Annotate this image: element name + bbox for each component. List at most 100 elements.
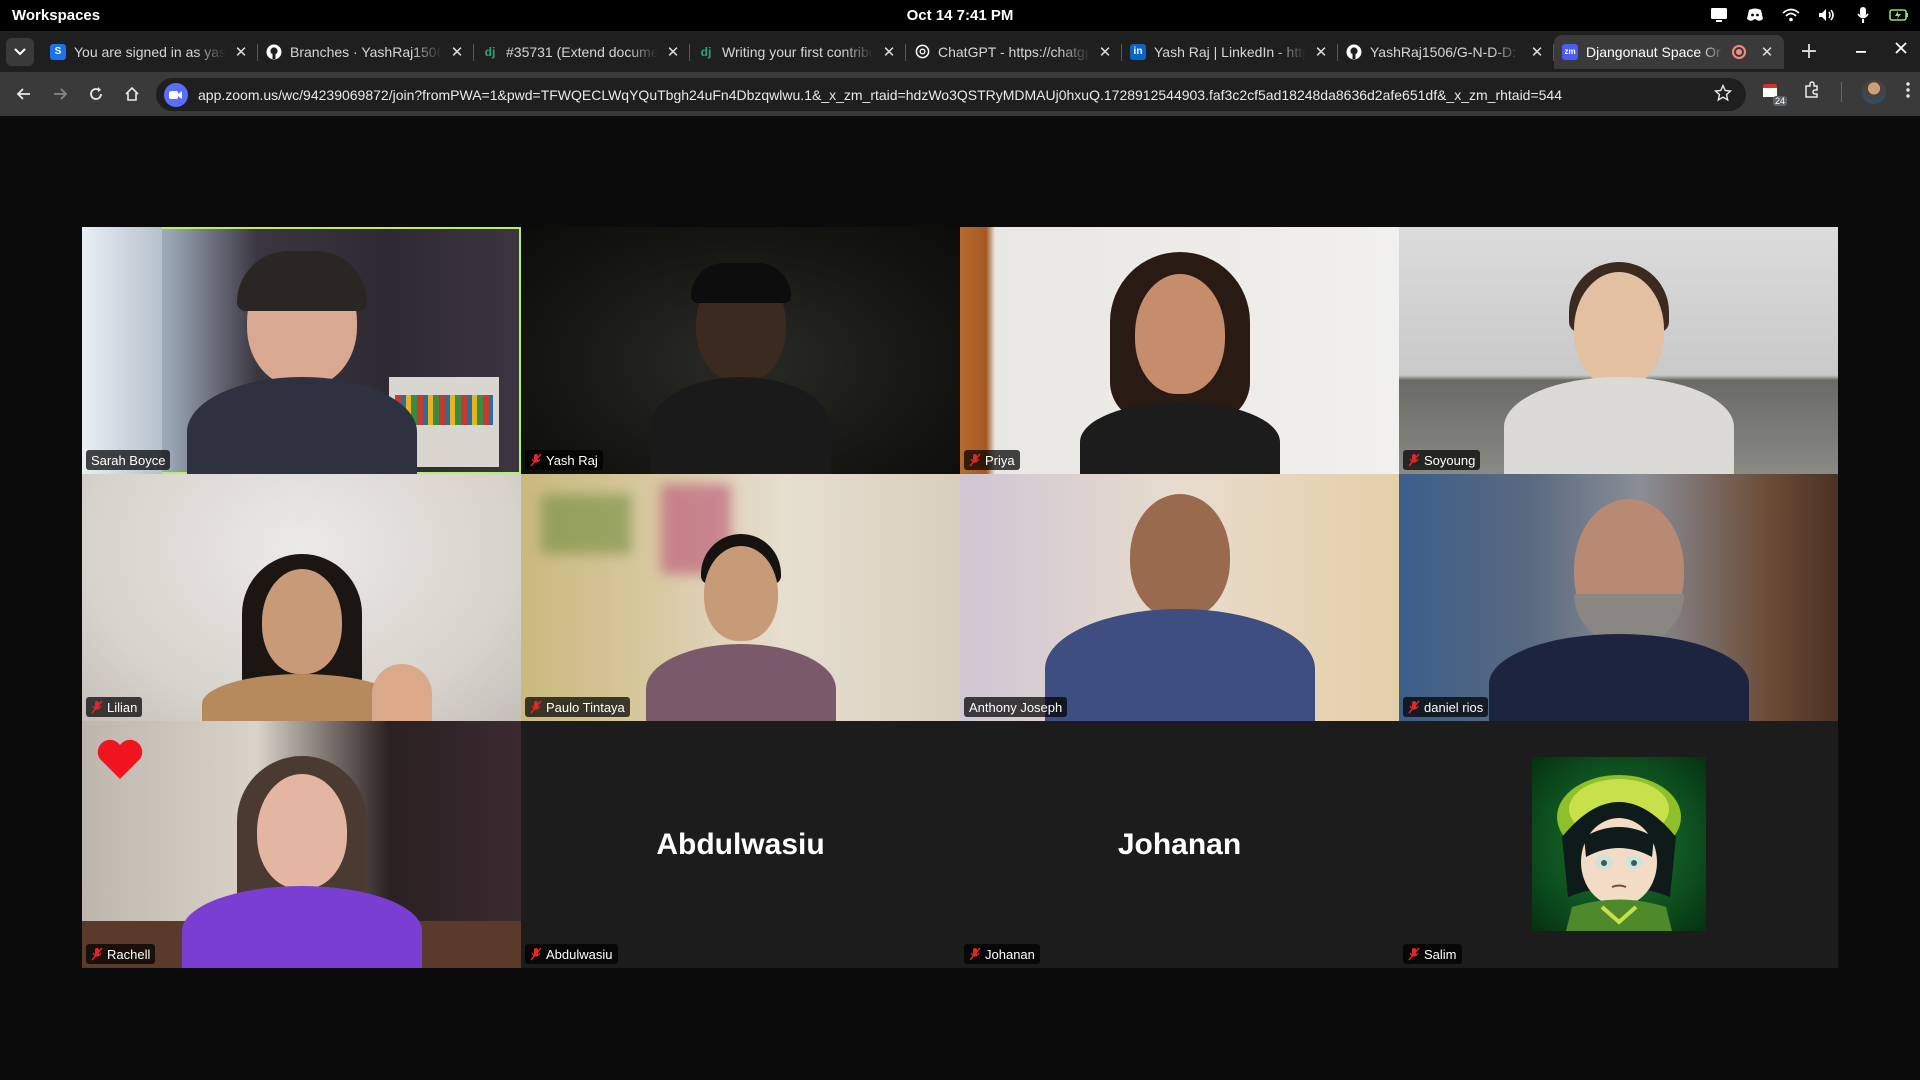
close-tab-icon[interactable]: ✕ bbox=[448, 43, 466, 61]
minimize-icon[interactable] bbox=[1850, 37, 1872, 59]
close-tab-icon[interactable]: ✕ bbox=[1758, 43, 1776, 61]
close-window-icon[interactable] bbox=[1890, 37, 1912, 59]
extension-badge: 24 bbox=[1772, 96, 1787, 106]
close-tab-icon[interactable]: ✕ bbox=[1528, 43, 1546, 61]
participant-name: Sarah Boyce bbox=[91, 452, 166, 468]
participant-nameplate: Lilian bbox=[86, 697, 143, 717]
participant-nameplate: Rachell bbox=[86, 944, 156, 964]
os-top-bar: Workspaces Oct 14 7:41 PM bbox=[0, 0, 1920, 31]
tab-title: Yash Raj | LinkedIn - https:// bbox=[1154, 43, 1306, 60]
participant-name: daniel rios bbox=[1424, 699, 1484, 715]
mic-muted-icon bbox=[530, 700, 542, 714]
participant-nameplate: Salim bbox=[1403, 944, 1462, 964]
tab-title: #35731 (Extend documentation bbox=[506, 43, 658, 60]
video-tile-salim[interactable]: Salim bbox=[1399, 721, 1838, 968]
extension-calendar-icon[interactable]: 24 bbox=[1761, 81, 1787, 106]
linkedin-icon: in bbox=[1130, 43, 1146, 60]
mic-muted-icon bbox=[530, 947, 542, 961]
github-icon bbox=[266, 44, 282, 60]
video-tile-soyoung[interactable]: Soyoung bbox=[1399, 227, 1838, 474]
kebab-menu-icon[interactable] bbox=[1906, 82, 1910, 102]
close-tab-icon[interactable]: ✕ bbox=[1312, 43, 1330, 61]
recording-icon bbox=[1732, 44, 1746, 59]
tab-branches[interactable]: Branches · YashRaj1506/django ✕ bbox=[258, 35, 474, 69]
video-tile-anthony-joseph[interactable]: Anthony Joseph bbox=[960, 474, 1399, 721]
video-tile-lilian[interactable]: Lilian bbox=[82, 474, 521, 721]
video-tile-priya[interactable]: Priya bbox=[960, 227, 1399, 474]
participant-name: Johanan bbox=[985, 946, 1035, 962]
close-tab-icon[interactable]: ✕ bbox=[232, 43, 250, 61]
zoom-icon: zm bbox=[1562, 43, 1578, 60]
workspaces-button[interactable]: Workspaces bbox=[12, 7, 100, 24]
tab-title: You are signed in as yash bbox=[74, 43, 226, 60]
participant-figure bbox=[1503, 262, 1734, 474]
close-tab-icon[interactable]: ✕ bbox=[664, 43, 682, 61]
participant-name: Rachell bbox=[107, 946, 151, 962]
address-bar[interactable]: app.zoom.us/wc/94239069872/join?fromPWA=… bbox=[156, 78, 1746, 111]
close-tab-icon[interactable]: ✕ bbox=[880, 43, 898, 61]
chevron-down-icon bbox=[14, 47, 26, 55]
browser-tab-strip: S You are signed in as yash ✕ Branches ·… bbox=[0, 31, 1920, 72]
bookmark-star-icon[interactable] bbox=[1713, 83, 1733, 106]
video-tile-sarah-boyce[interactable]: Sarah Boyce bbox=[82, 227, 521, 474]
home-icon[interactable] bbox=[118, 80, 146, 108]
participant-nameplate: Paulo Tintaya bbox=[525, 697, 630, 717]
django-icon: dj bbox=[700, 44, 712, 59]
video-tile-yash-raj[interactable]: Yash Raj bbox=[521, 227, 960, 474]
tab-first-contribution[interactable]: dj Writing your first contribution ✕ bbox=[690, 35, 906, 69]
participant-nameplate: Soyoung bbox=[1403, 450, 1481, 470]
back-icon[interactable] bbox=[10, 80, 38, 108]
video-tile-johanan[interactable]: Johanan Johanan bbox=[960, 721, 1399, 968]
mic-muted-icon bbox=[530, 453, 542, 467]
mic-muted-icon bbox=[969, 947, 981, 961]
mic-muted-icon bbox=[1408, 700, 1420, 714]
participant-nameplate: Yash Raj bbox=[525, 450, 603, 470]
discord-icon[interactable] bbox=[1744, 4, 1766, 26]
video-tile-daniel-rios[interactable]: daniel rios bbox=[1399, 474, 1838, 721]
microphone-icon[interactable] bbox=[1852, 4, 1874, 26]
volume-icon[interactable] bbox=[1816, 4, 1838, 26]
video-tile-paulo-tintaya[interactable]: Paulo Tintaya bbox=[521, 474, 960, 721]
extensions-puzzle-icon[interactable] bbox=[1803, 81, 1821, 103]
profile-picture bbox=[1531, 757, 1706, 931]
video-tile-abdulwasiu[interactable]: Abdulwasiu Abdulwasiu bbox=[521, 721, 960, 968]
close-tab-icon[interactable]: ✕ bbox=[1096, 43, 1114, 61]
site-info-icon[interactable] bbox=[164, 82, 188, 107]
tab-gndd[interactable]: YashRaj1506/G-N-D-D: G ✕ bbox=[1338, 35, 1554, 69]
participant-display-name: Johanan bbox=[1117, 827, 1242, 861]
tab-zoom-meeting[interactable]: zm Djangonaut Space Or ✕ bbox=[1554, 34, 1784, 69]
toolbar-divider bbox=[1841, 82, 1842, 102]
participant-name: Abdulwasiu bbox=[546, 946, 613, 962]
battery-icon[interactable] bbox=[1888, 4, 1910, 26]
mic-muted-icon bbox=[91, 947, 103, 961]
url-text[interactable]: app.zoom.us/wc/94239069872/join?fromPWA=… bbox=[198, 87, 1698, 103]
zoom-meeting-stage: Sarah Boyce Yash Raj Priya Soyoung Lilia… bbox=[0, 116, 1920, 1080]
s-favicon-icon: S bbox=[50, 43, 66, 60]
tab-signed-in[interactable]: S You are signed in as yash ✕ bbox=[42, 35, 258, 69]
participant-figure bbox=[1044, 494, 1315, 721]
tab-title: Djangonaut Space Or bbox=[1586, 43, 1721, 60]
participant-name: Anthony Joseph bbox=[969, 699, 1063, 715]
tab-title: Writing your first contribution bbox=[722, 43, 874, 60]
tab-linkedin[interactable]: in Yash Raj | LinkedIn - https:// ✕ bbox=[1122, 35, 1338, 69]
participant-figure bbox=[186, 251, 417, 474]
reload-icon[interactable] bbox=[82, 80, 110, 108]
tab-title: ChatGPT - https://chatgpt.com bbox=[938, 43, 1090, 60]
profile-avatar[interactable] bbox=[1862, 80, 1886, 104]
participant-name: Yash Raj bbox=[546, 452, 598, 468]
participant-nameplate: daniel rios bbox=[1403, 697, 1489, 717]
tab-ticket[interactable]: dj #35731 (Extend documentation ✕ bbox=[474, 35, 690, 69]
tab-chatgpt[interactable]: ChatGPT - https://chatgpt.com ✕ bbox=[906, 35, 1122, 69]
window-controls bbox=[1850, 37, 1912, 59]
clock[interactable]: Oct 14 7:41 PM bbox=[907, 7, 1014, 24]
new-tab-button[interactable]: + bbox=[1794, 37, 1824, 67]
chatgpt-icon bbox=[914, 44, 930, 60]
wifi-icon[interactable] bbox=[1780, 4, 1802, 26]
github-icon bbox=[1346, 44, 1362, 60]
cartoon-avatar-icon bbox=[1556, 775, 1681, 931]
forward-icon[interactable] bbox=[46, 80, 74, 108]
participant-figure bbox=[181, 756, 422, 968]
tab-search-button[interactable] bbox=[6, 37, 34, 66]
screen-share-icon[interactable] bbox=[1708, 4, 1730, 26]
video-tile-rachell[interactable]: Rachell bbox=[82, 721, 521, 968]
